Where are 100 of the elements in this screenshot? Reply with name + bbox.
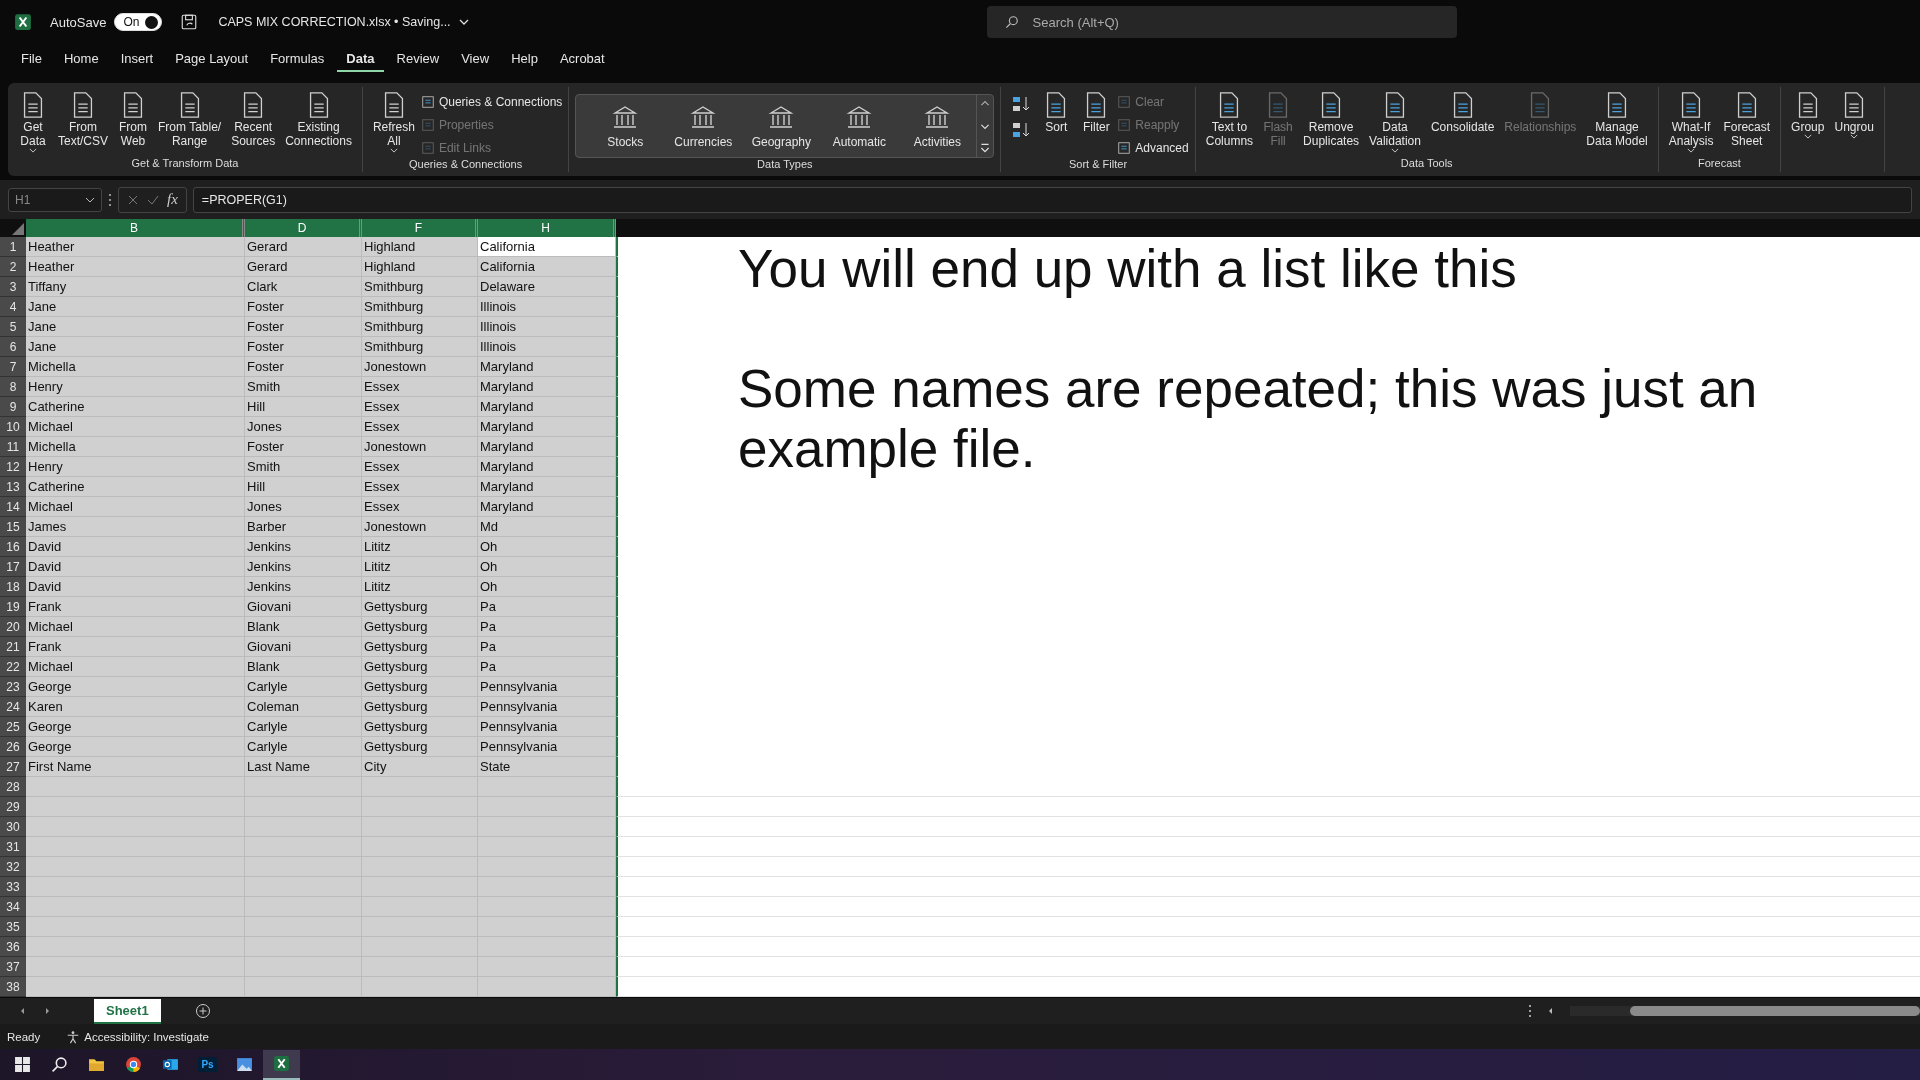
ribbon-tab[interactable]: Formulas (261, 46, 334, 72)
cancel-icon[interactable] (127, 193, 139, 206)
row-header[interactable]: 37 (0, 957, 26, 977)
row-header[interactable]: 38 (0, 977, 26, 997)
row-header[interactable]: 12 (0, 457, 26, 477)
row-header[interactable]: 19 (0, 597, 26, 617)
data-type-button[interactable]: Stocks (586, 95, 665, 157)
taskbar-button[interactable]: Ps (189, 1049, 226, 1080)
ribbon-button[interactable]: From Table/ Range (154, 90, 226, 148)
row-header[interactable]: 11 (0, 437, 26, 457)
row-header[interactable]: 23 (0, 677, 26, 697)
row-header[interactable]: 33 (0, 877, 26, 897)
row-header[interactable]: 5 (0, 317, 26, 337)
row-header[interactable]: 18 (0, 577, 26, 597)
name-box[interactable]: H1 (8, 187, 102, 212)
data-type-button[interactable]: Currencies (664, 95, 743, 157)
data-type-button[interactable]: Activities (898, 95, 977, 157)
row-header[interactable]: 9 (0, 397, 26, 417)
ribbon-tab[interactable]: Acrobat (550, 46, 614, 72)
column-header[interactable]: B (26, 219, 245, 237)
more-icon[interactable] (1528, 1004, 1532, 1018)
ribbon-tab[interactable]: Help (502, 46, 547, 72)
ribbon-button[interactable]: Get Data (14, 90, 52, 153)
row-header[interactable]: 32 (0, 857, 26, 877)
accessibility-status[interactable]: Accessibility: Investigate (84, 1030, 209, 1043)
row-header[interactable]: 29 (0, 797, 26, 817)
select-all-icon[interactable] (12, 223, 24, 235)
row-header[interactable]: 13 (0, 477, 26, 497)
ribbon-small-button[interactable]: Queries & Connections (420, 92, 563, 112)
ribbon-tab[interactable]: Data (337, 46, 384, 72)
ribbon-button[interactable]: Manage Data Model (1582, 90, 1652, 148)
row-header[interactable]: 31 (0, 837, 26, 857)
data-type-button[interactable]: Automatic (820, 95, 899, 157)
search-field[interactable]: Search (Alt+Q) (986, 6, 1457, 38)
check-icon[interactable] (147, 193, 159, 206)
ribbon-button[interactable]: What-If Analysis (1664, 90, 1718, 153)
autosave-toggle[interactable]: On (114, 13, 163, 31)
document-title[interactable]: CAPS MIX CORRECTION.xlsx • Saving... (218, 15, 451, 29)
accessibility-icon[interactable] (66, 1029, 81, 1044)
ribbon-button[interactable]: Consolidate (1426, 90, 1499, 134)
row-header[interactable]: 25 (0, 717, 26, 737)
ribbon-tab[interactable]: Page Layout (166, 46, 258, 72)
ribbon-tab[interactable]: View (452, 46, 499, 72)
row-header[interactable]: 36 (0, 937, 26, 957)
add-sheet-icon[interactable] (194, 1003, 211, 1019)
column-header[interactable]: H (478, 219, 616, 237)
formula-field[interactable]: =PROPER(G1) (192, 186, 1912, 213)
ribbon-button[interactable]: Group (1787, 90, 1829, 139)
column-header[interactable]: F (362, 219, 478, 237)
data-type-button[interactable]: Geography (742, 95, 821, 157)
ribbon-button[interactable]: Filter (1077, 90, 1116, 134)
ribbon-tab[interactable]: Insert (111, 46, 163, 72)
ribbon-button[interactable]: Ungrou (1830, 90, 1878, 139)
sort-descending-icon[interactable] (1011, 120, 1032, 140)
row-header[interactable]: 28 (0, 777, 26, 797)
insert-function-button[interactable]: fx (167, 191, 178, 208)
chevron-down-icon[interactable] (458, 17, 469, 27)
row-header[interactable]: 14 (0, 497, 26, 517)
row-header[interactable]: 22 (0, 657, 26, 677)
column-header[interactable]: D (245, 219, 362, 237)
ribbon-small-button[interactable]: Advanced (1117, 138, 1189, 158)
ribbon-button[interactable]: Remove Duplicates (1299, 90, 1364, 148)
row-header[interactable]: 6 (0, 337, 26, 357)
row-header[interactable]: 26 (0, 737, 26, 757)
row-header[interactable]: 17 (0, 557, 26, 577)
ribbon-tab[interactable]: Home (54, 46, 108, 72)
row-header[interactable]: 20 (0, 617, 26, 637)
row-header[interactable]: 8 (0, 377, 26, 397)
row-header[interactable]: 1 (0, 237, 26, 257)
ribbon-button[interactable]: From Web (114, 90, 152, 148)
sort-ascending-icon[interactable] (1011, 94, 1032, 114)
ribbon-tab[interactable]: Review (387, 46, 449, 72)
row-header[interactable]: 10 (0, 417, 26, 437)
ribbon-tab[interactable]: File (12, 46, 51, 72)
row-header[interactable]: 27 (0, 757, 26, 777)
row-header[interactable]: 3 (0, 277, 26, 297)
row-header[interactable]: 16 (0, 537, 26, 557)
row-header[interactable]: 24 (0, 697, 26, 717)
row-header[interactable]: 30 (0, 817, 26, 837)
ribbon-button[interactable]: Sort (1037, 90, 1076, 134)
ribbon-button[interactable]: Forecast Sheet (1719, 90, 1775, 148)
row-header[interactable]: 35 (0, 917, 26, 937)
row-header[interactable]: 34 (0, 897, 26, 917)
row-header[interactable]: 21 (0, 637, 26, 657)
row-header[interactable]: 7 (0, 357, 26, 377)
ribbon-button[interactable]: Data Validation (1365, 90, 1425, 153)
row-header[interactable]: 2 (0, 257, 26, 277)
taskbar-button[interactable] (263, 1049, 300, 1080)
ribbon-button[interactable]: Text to Columns (1201, 90, 1258, 148)
row-header[interactable]: 15 (0, 517, 26, 537)
sheet-tab[interactable]: Sheet1 (94, 998, 161, 1024)
more-icon[interactable] (108, 192, 112, 207)
ribbon-button[interactable]: From Text/CSV (54, 90, 112, 148)
more-icon[interactable] (979, 141, 992, 155)
save-icon[interactable] (180, 13, 199, 31)
ribbon-button[interactable]: Existing Connections (281, 90, 356, 148)
horizontal-scrollbar[interactable] (1570, 1006, 1920, 1016)
ribbon-button[interactable]: Recent Sources (227, 90, 280, 148)
row-header[interactable]: 4 (0, 297, 26, 317)
ribbon-button[interactable]: Refresh All (368, 90, 419, 153)
